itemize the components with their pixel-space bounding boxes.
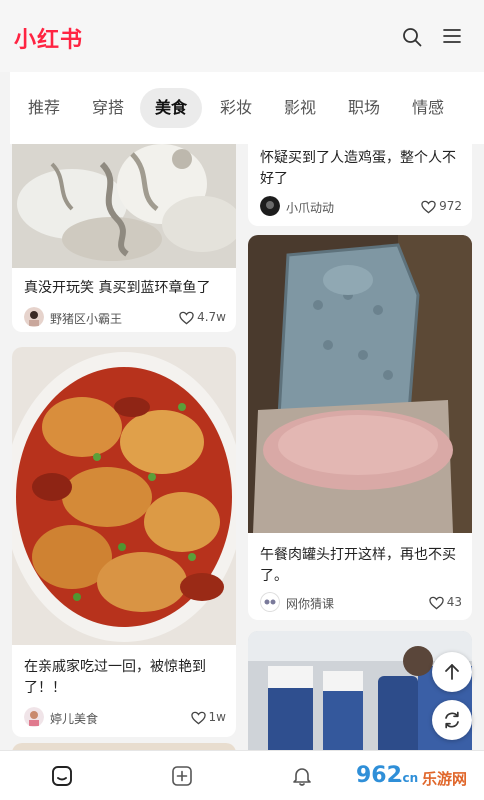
canned-meat-photo [248,235,472,533]
card-title: 真没开玩笑 真买到蓝环章鱼了 [24,280,211,296]
tab-recommend[interactable]: 推荐 [18,88,70,128]
search-icon[interactable] [402,27,422,47]
home-icon[interactable] [51,765,73,787]
heart-icon [179,311,194,325]
feed-card[interactable]: 真没开玩笑 真买到蓝环章鱼了 野猪区小霸王 4.7w [12,144,236,332]
watermark-site: 乐游网 [422,770,467,788]
heart-icon [428,596,444,610]
refresh-icon [445,711,459,729]
tab-emotion[interactable]: 情感 [402,88,454,128]
tab-movies[interactable]: 影视 [274,88,326,128]
tab-outfit[interactable]: 穿搭 [82,88,134,128]
avatar [260,592,280,612]
like-count-value: 1w [208,710,226,724]
site-watermark: 962 .cn 乐游网 [348,756,482,794]
octopus-photo [12,144,236,268]
author-name[interactable]: 婷儿美食 [50,710,98,727]
publish-icon[interactable] [171,765,193,787]
like-count-value: 4.7w [197,310,226,324]
like-count-value: 972 [439,199,462,213]
avatar [24,707,44,727]
chicken-dish-photo [12,347,236,645]
watermark-domain: .cn [398,771,418,785]
arrow-up-icon [445,664,459,680]
tab-food[interactable]: 美食 [140,88,202,128]
notification-icon[interactable] [291,765,313,787]
tab-workplace[interactable]: 职场 [338,88,390,128]
top-bar: 小红书 [0,0,484,72]
food-photo [12,743,236,750]
avatar [260,196,280,216]
author-name[interactable]: 网你猜课 [286,595,334,612]
like-count[interactable]: 1w [190,710,226,725]
like-count[interactable]: 43 [428,595,462,610]
avatar [24,307,44,327]
like-count[interactable]: 972 [421,199,462,214]
like-count[interactable]: 4.7w [179,310,226,325]
author-name[interactable]: 野猪区小霸王 [50,310,122,327]
like-count-value: 43 [446,595,462,609]
card-meta: 小爪动动 972 [260,196,462,218]
card-title: 在亲戚家吃过一回，被惊艳到了！！ [24,659,206,696]
card-meta: 网你猜课 43 [260,592,462,614]
card-meta: 婷儿美食 1w [24,707,226,729]
feed-card[interactable]: 怀疑买到了人造鸡蛋，整个人不好了 小爪动动 972 [248,144,472,226]
author-name[interactable]: 小爪动动 [286,199,334,216]
card-title: 午餐肉罐头打开这样，再也不买了。 [260,547,456,584]
heart-icon [190,711,206,725]
tab-makeup[interactable]: 彩妆 [210,88,262,128]
feed-card[interactable]: 在亲戚家吃过一回，被惊艳到了！！ 婷儿美食 1w [12,347,236,737]
heart-icon [421,200,436,214]
menu-icon[interactable] [443,28,461,44]
feed: 真没开玩笑 真买到蓝环章鱼了 野猪区小霸王 4.7w 在亲戚家吃过一回，被惊艳到… [0,144,484,750]
card-meta: 野猪区小霸王 4.7w [24,307,226,329]
refresh-button[interactable] [432,700,472,740]
watermark-brand: 962 [356,763,402,788]
feed-card[interactable]: 午餐肉罐头打开这样，再也不买了。 网你猜课 43 [248,235,472,620]
feed-card[interactable] [12,743,236,750]
card-title: 怀疑买到了人造鸡蛋，整个人不好了 [260,150,456,187]
app-logo[interactable]: 小红书 [14,22,83,54]
category-tabs: 推荐 穿搭 美食 彩妆 影视 职场 情感 [10,72,484,144]
scroll-top-button[interactable] [432,652,472,692]
